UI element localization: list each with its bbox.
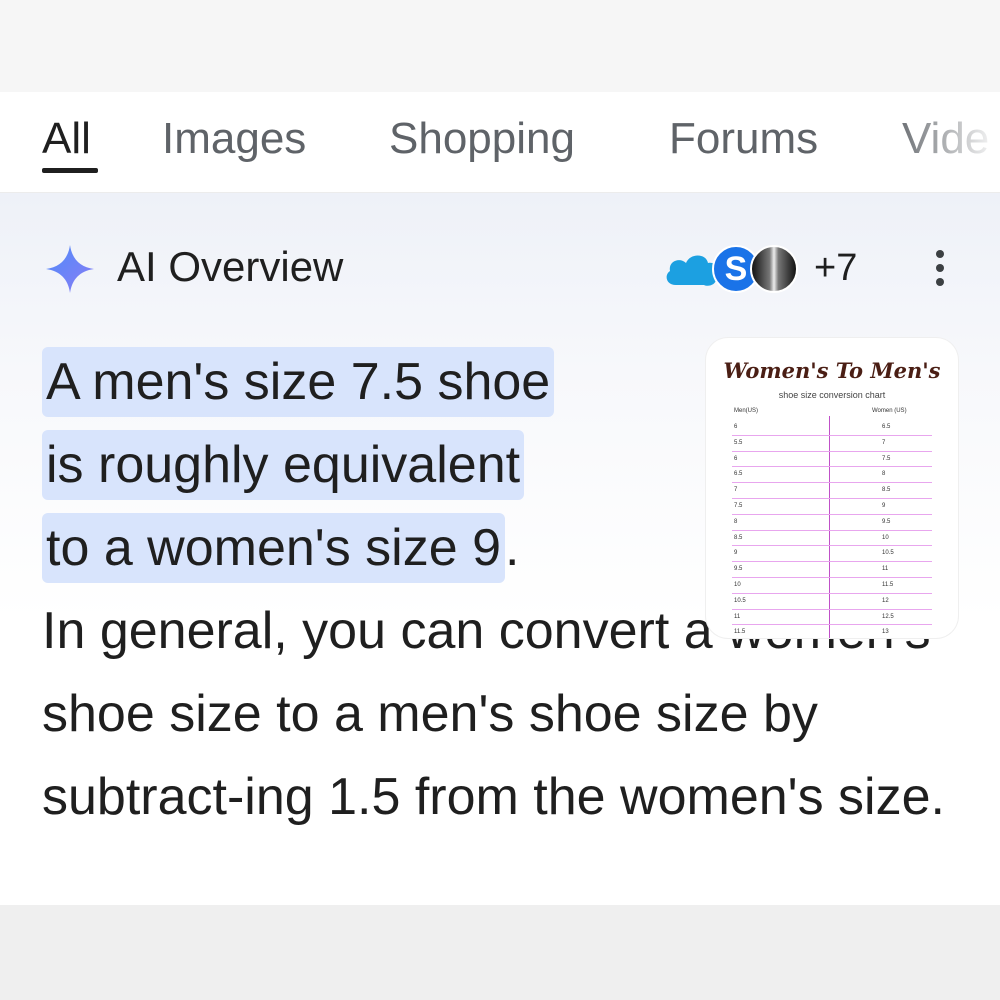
cell-women-size: 13 — [882, 629, 889, 636]
cell-men-size: 5.5 — [734, 439, 743, 446]
cell-men-size: 7 — [734, 487, 738, 494]
table-row: 6 6.5 — [732, 420, 932, 436]
cell-women-size: 11.5 — [882, 581, 894, 588]
table-row: 8 9.5 — [732, 515, 932, 531]
cell-men-size: 10 — [734, 581, 741, 588]
col-header-men: Men(US) — [734, 408, 759, 414]
ai-overview-title: AI Overview — [117, 243, 344, 290]
ai-overview-header: AI Overview S +7 — [0, 233, 1000, 303]
ai-overview-panel: AI Overview S +7 A men's size 7.5 shoe i… — [0, 193, 1000, 905]
table-row: 6 7.5 — [732, 452, 932, 468]
top-margin — [0, 0, 1000, 92]
cell-women-size: 9.5 — [882, 518, 891, 525]
active-tab-underline — [42, 168, 98, 173]
ai-answer-highlight: A men's size 7.5 shoe is roughly equival… — [42, 341, 682, 590]
tab-shopping[interactable]: Shopping — [389, 114, 575, 164]
col-header-women: Women (US) — [872, 408, 907, 414]
tab-images[interactable]: Images — [162, 114, 306, 164]
cell-women-size: 12.5 — [882, 613, 894, 620]
thumbnail-subtitle: shoe size conversion chart — [778, 390, 886, 400]
bottom-margin — [0, 905, 1000, 1000]
cell-women-size: 8 — [882, 471, 886, 478]
cell-men-size: 6.5 — [734, 471, 743, 478]
tab-all[interactable]: All — [42, 114, 91, 164]
cell-men-size: 8 — [734, 518, 738, 525]
thumbnail-title: Women's To Men's — [723, 358, 941, 383]
cell-women-size: 8.5 — [882, 487, 891, 494]
answer-period: . — [505, 519, 520, 577]
cell-men-size: 9.5 — [734, 566, 743, 573]
cell-men-size: 8.5 — [734, 534, 743, 541]
cell-women-size: 6.5 — [882, 424, 891, 430]
more-options-icon[interactable] — [925, 245, 955, 291]
answer-line: A men's size 7.5 shoe — [42, 347, 555, 417]
table-row: 11 12.5 — [732, 610, 932, 626]
table-row: 6.5 8 — [732, 467, 932, 484]
table-row: 9 10.5 — [732, 546, 932, 563]
conversion-rows: 6 6.5 5.5 7 6 7.5 6.5 8 7 8.5 7.5 9 8 9.5 8.5 10 9 10.5 9.… — [732, 420, 932, 638]
tab-forums[interactable]: Forums — [669, 114, 818, 164]
cell-women-size: 10.5 — [882, 550, 894, 557]
h-logo-icon — [750, 245, 798, 293]
table-row: 7 8.5 — [732, 483, 932, 499]
tab-videos[interactable]: Vide — [902, 114, 989, 164]
page: All Images Shopping Forums Vide AI Overv… — [0, 0, 1000, 1000]
table-row: 10.5 12 — [732, 594, 932, 610]
table-row: 7.5 9 — [732, 499, 932, 515]
cell-women-size: 7.5 — [882, 455, 891, 462]
cell-men-size: 10.5 — [734, 597, 746, 604]
table-row: 10 11.5 — [732, 578, 932, 594]
cell-men-size: 6 — [734, 424, 738, 430]
cell-men-size: 7.5 — [734, 502, 743, 509]
search-tabs-bar: All Images Shopping Forums Vide — [0, 92, 1000, 193]
cell-men-size: 11 — [734, 613, 741, 620]
source-avatars[interactable]: S +7 — [662, 239, 872, 299]
cell-women-size: 12 — [882, 597, 889, 604]
answer-line: is roughly equivalent — [42, 430, 525, 500]
cell-women-size: 11 — [882, 566, 889, 573]
cell-men-size: 9 — [734, 550, 738, 557]
table-row: 8.5 10 — [732, 531, 932, 547]
cell-men-size: 6 — [734, 455, 738, 462]
cell-women-size: 10 — [882, 534, 889, 541]
cell-men-size: 11.5 — [734, 629, 746, 636]
cell-women-size: 9 — [882, 502, 886, 509]
table-row: 5.5 7 — [732, 436, 932, 452]
table-row: 9.5 11 — [732, 562, 932, 578]
gemini-sparkle-icon — [46, 245, 94, 293]
shoe-size-chart-thumbnail[interactable]: Women's To Men's shoe size conversion ch… — [706, 338, 958, 638]
table-row: 11.5 13 — [732, 625, 932, 638]
more-sources-count: +7 — [814, 247, 858, 289]
cell-women-size: 7 — [882, 439, 886, 446]
answer-line: to a women's size 9 — [42, 513, 506, 583]
